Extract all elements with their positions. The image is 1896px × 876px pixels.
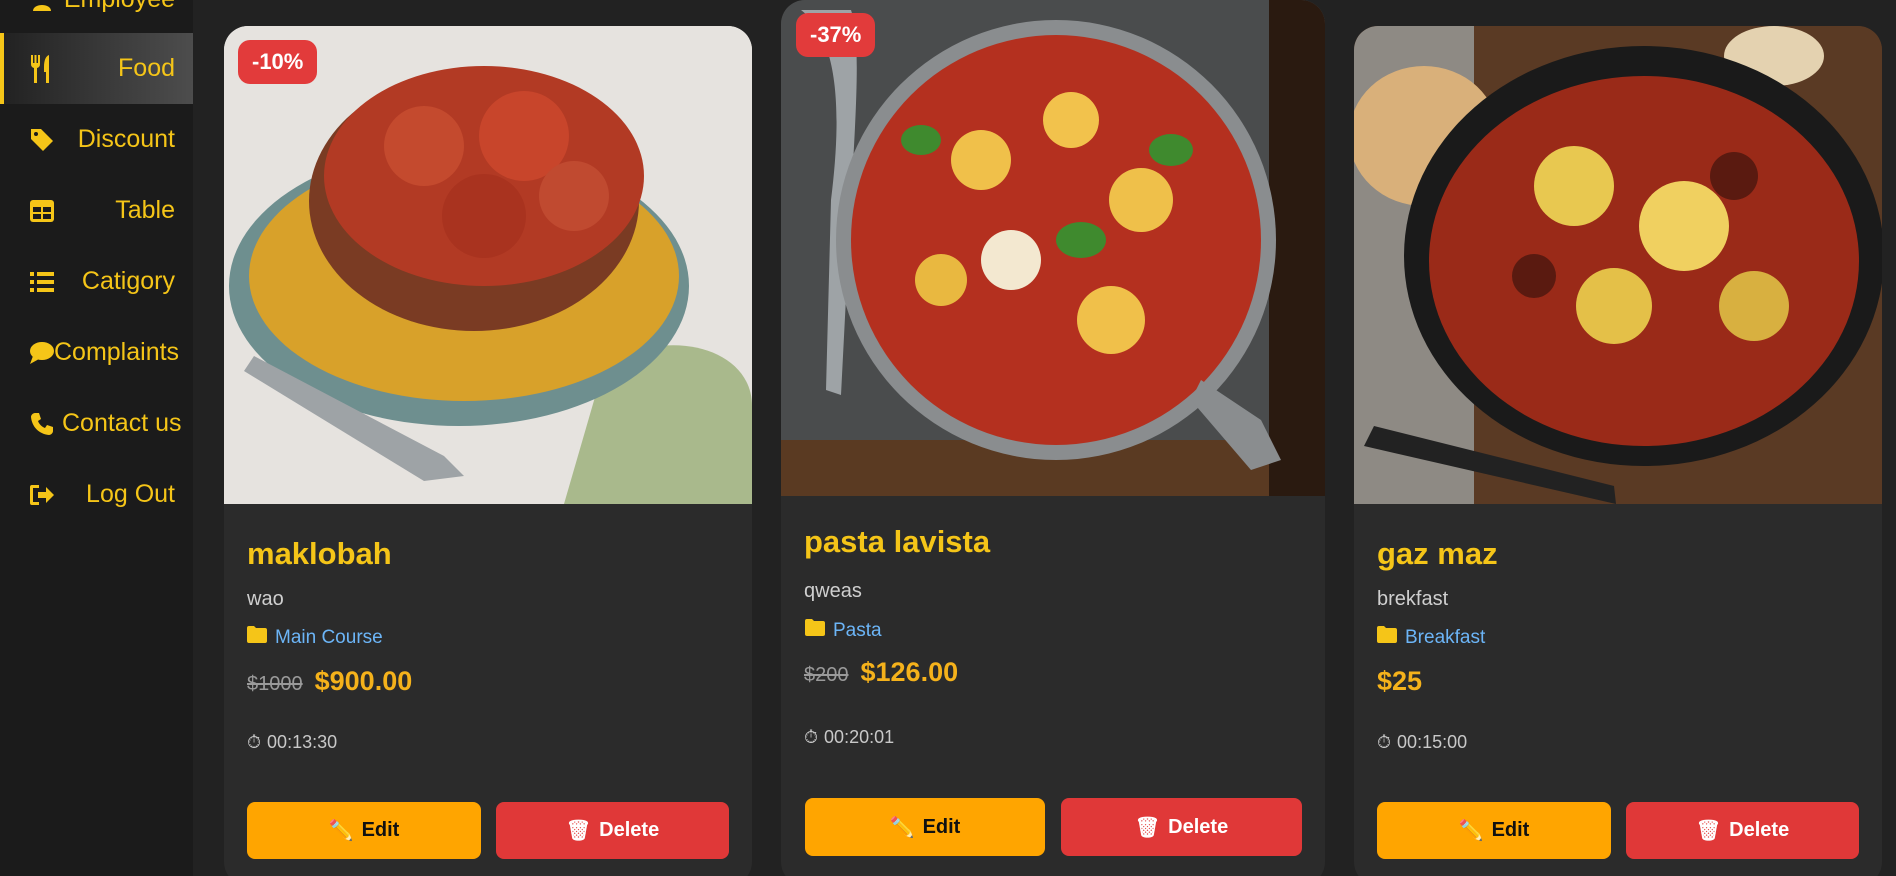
app: Employee Food Discount Table Catigory [0, 0, 1896, 876]
food-card: gaz maz brekfast Breakfast $25 ⏱ 00:15:0… [1354, 26, 1882, 876]
folder-icon [1377, 626, 1397, 649]
sidebar-item-label: Log Out [86, 480, 175, 508]
sidebar-item-complaints[interactable]: Complaints [0, 317, 193, 388]
edit-label: Edit [922, 815, 961, 838]
category-label: Main Course [275, 626, 383, 648]
food-image [781, 0, 1325, 496]
food-image [1354, 26, 1882, 504]
pencil-icon: ✏️ [889, 816, 915, 839]
comment-icon [28, 339, 56, 367]
stopwatch-icon: ⏱ [804, 727, 819, 747]
food-category[interactable]: Breakfast [1377, 626, 1485, 649]
current-price: $126.00 [860, 657, 959, 687]
edit-label: Edit [1491, 819, 1530, 841]
food-card: -37% pasta lavista qweas Pasta $200 $126… [781, 0, 1325, 876]
food-category[interactable]: Main Course [247, 626, 383, 649]
timer-value: 00:13:30 [267, 732, 338, 752]
delete-button[interactable]: 🗑 Delete [1626, 802, 1859, 859]
tag-icon [28, 126, 56, 154]
utensils-icon [28, 54, 56, 83]
edit-button[interactable]: ✏️ Edit [247, 802, 481, 859]
sidebar-item-logout[interactable]: Log Out [0, 459, 193, 530]
sidebar-item-food[interactable]: Food [0, 33, 193, 104]
category-label: Pasta [833, 619, 882, 641]
food-timer: ⏱ 00:15:00 [1377, 732, 1467, 753]
current-price: $25 [1377, 666, 1423, 696]
sidebar-item-label: Food [118, 54, 175, 82]
sidebar: Employee Food Discount Table Catigory [0, 0, 193, 876]
delete-label: Delete [599, 819, 660, 841]
sidebar-item-label: Table [115, 196, 175, 224]
food-title: gaz maz [1377, 536, 1498, 571]
stopwatch-icon: ⏱ [247, 732, 262, 752]
sidebar-item-discount[interactable]: Discount [0, 104, 193, 175]
food-image [224, 26, 752, 504]
price-row: $25 [1377, 666, 1422, 697]
edit-label: Edit [361, 819, 400, 841]
current-price: $900.00 [314, 666, 413, 696]
list-icon [28, 268, 56, 296]
trash-icon: 🗑 [1695, 820, 1722, 842]
delete-button[interactable]: 🗑 Delete [496, 802, 729, 859]
logout-icon [28, 481, 56, 509]
sidebar-item-table[interactable]: Table [0, 175, 193, 246]
discount-badge: -10% [238, 40, 318, 84]
food-description: qweas [804, 580, 862, 602]
sidebar-item-label: Employee [64, 0, 175, 14]
food-description: brekfast [1377, 588, 1449, 610]
delete-label: Delete [1729, 819, 1790, 841]
food-title: maklobah [247, 536, 392, 571]
sidebar-item-label: Complaints [54, 338, 180, 366]
folder-icon [247, 626, 267, 649]
edit-button[interactable]: ✏️ Edit [1377, 802, 1611, 859]
food-description: wao [247, 588, 284, 610]
timer-value: 00:15:00 [1397, 732, 1468, 752]
price-row: $200 $126.00 [804, 657, 958, 688]
stopwatch-icon: ⏱ [1377, 732, 1392, 752]
trash-icon: 🗑 [565, 820, 592, 842]
sidebar-item-contact[interactable]: Contact us [0, 388, 193, 459]
trash-icon: 🗑 [1134, 816, 1161, 839]
food-title: pasta lavista [804, 524, 991, 559]
sidebar-item-label: Catigory [81, 267, 175, 295]
table-icon [28, 197, 56, 225]
sidebar-item-employee[interactable]: Employee [0, 0, 193, 35]
food-timer: ⏱ 00:20:01 [804, 727, 894, 748]
user-icon [28, 0, 56, 14]
food-category[interactable]: Pasta [805, 619, 882, 642]
food-timer: ⏱ 00:13:30 [247, 732, 337, 753]
delete-label: Delete [1168, 815, 1229, 838]
timer-value: 00:20:01 [824, 727, 895, 747]
sidebar-item-label: Contact us [62, 409, 182, 437]
folder-icon [805, 619, 825, 642]
delete-button[interactable]: 🗑 Delete [1061, 798, 1302, 856]
discount-badge: -37% [796, 13, 876, 57]
sidebar-item-label: Discount [77, 125, 175, 153]
edit-button[interactable]: ✏️ Edit [805, 798, 1045, 856]
price-row: $1000 $900.00 [247, 666, 412, 697]
food-card: -10% maklobah wao Main Course $1000 $900… [224, 26, 752, 876]
sidebar-item-category[interactable]: Catigory [0, 246, 193, 317]
old-price: $200 [804, 664, 849, 686]
category-label: Breakfast [1405, 626, 1486, 648]
pencil-icon: ✏️ [1458, 820, 1484, 842]
pencil-icon: ✏️ [328, 820, 354, 842]
old-price: $1000 [247, 673, 303, 695]
phone-icon [28, 410, 56, 438]
